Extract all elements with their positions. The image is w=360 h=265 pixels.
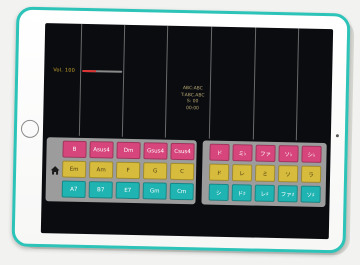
tablet-camera <box>335 134 339 138</box>
chord-key[interactable]: G <box>142 162 168 180</box>
note-key[interactable]: ソ♭ <box>278 145 299 163</box>
column-divider <box>295 28 300 141</box>
note-key[interactable]: ド♯ <box>231 184 252 202</box>
note-key[interactable]: ミ♭ <box>232 144 253 162</box>
note-key[interactable]: ド <box>208 163 230 182</box>
note-key[interactable]: ド <box>209 143 230 162</box>
note-key-grid: ドミ♭ ファ ソ♭ シ♭ ドレミソラシド♯ レ♯ ファ♯ ソ♯ <box>208 143 322 203</box>
chord-key[interactable]: Am <box>88 161 114 179</box>
volume-label: Vol. 100 <box>53 67 76 74</box>
note-key[interactable]: ソ♯ <box>300 185 321 203</box>
column-divider <box>208 26 213 139</box>
column-divider <box>121 24 126 137</box>
column-divider <box>78 23 83 136</box>
note-key[interactable]: レ♯ <box>254 184 275 202</box>
chord-key-grid: B Asus4 Dm Gsus4 Csus4 Em Am F G C A7 B7 E7 Gm Cm <box>61 140 195 201</box>
chord-key[interactable]: F <box>115 161 141 180</box>
chord-key[interactable]: C <box>169 162 195 181</box>
home-icon[interactable] <box>49 164 60 176</box>
note-key[interactable]: ラ <box>300 165 322 183</box>
note-key[interactable]: レ <box>231 164 253 182</box>
chord-key[interactable]: B7 <box>88 181 113 199</box>
chord-key[interactable]: Asus4 <box>89 141 114 159</box>
note-key[interactable]: ファ <box>255 144 276 162</box>
volume-slider[interactable] <box>82 69 123 73</box>
mode-icon[interactable]: M <box>329 167 334 182</box>
chord-key[interactable]: E7 <box>115 181 140 200</box>
column-divider <box>252 27 257 140</box>
chord-key[interactable]: Em <box>61 160 87 179</box>
chord-key[interactable]: Gm <box>142 182 167 200</box>
note-keypad: ドミ♭ファソ♭シ♭ ドレミソラシド♯レ♯ファ♯ソ♯ M Mn <box>201 140 334 208</box>
note-key[interactable]: ソ <box>277 165 299 183</box>
chord-key[interactable]: A7 <box>61 180 86 199</box>
chord-key[interactable]: Gsus4 <box>143 142 168 160</box>
chord-key[interactable]: Cm <box>169 182 194 201</box>
status-info: ABC:ABC T:ABC.ABC S: 00 00:00 <box>169 86 216 113</box>
chord-keypad: B Asus4 Dm Gsus4 Csus4 Em Am F G C A7 B7 E7 Gm Cm <box>45 137 197 205</box>
tablet-device: Vol. 100 ABC:ABC T:ABC.ABC S: 00 00:00 B… <box>11 6 351 254</box>
chord-key[interactable]: Csus4 <box>170 142 195 161</box>
note-key[interactable]: シ♭ <box>301 145 322 163</box>
chord-key[interactable]: Dm <box>116 141 141 160</box>
note-key[interactable]: シ <box>208 183 229 202</box>
note-key[interactable]: ミ <box>254 164 276 182</box>
column-divider <box>164 25 169 138</box>
info-line: 00:00 <box>185 105 199 111</box>
app-screen: Vol. 100 ABC:ABC T:ABC.ABC S: 00 00:00 B… <box>40 23 334 240</box>
tablet-home-button[interactable] <box>20 119 40 139</box>
mode-label: Mn <box>330 183 333 188</box>
volume-slider-fill <box>82 69 97 73</box>
note-key[interactable]: ファ♯ <box>277 185 298 203</box>
chord-key[interactable]: B <box>62 140 87 159</box>
chord-display-area: Vol. 100 ABC:ABC T:ABC.ABC S: 00 00:00 <box>43 23 333 141</box>
